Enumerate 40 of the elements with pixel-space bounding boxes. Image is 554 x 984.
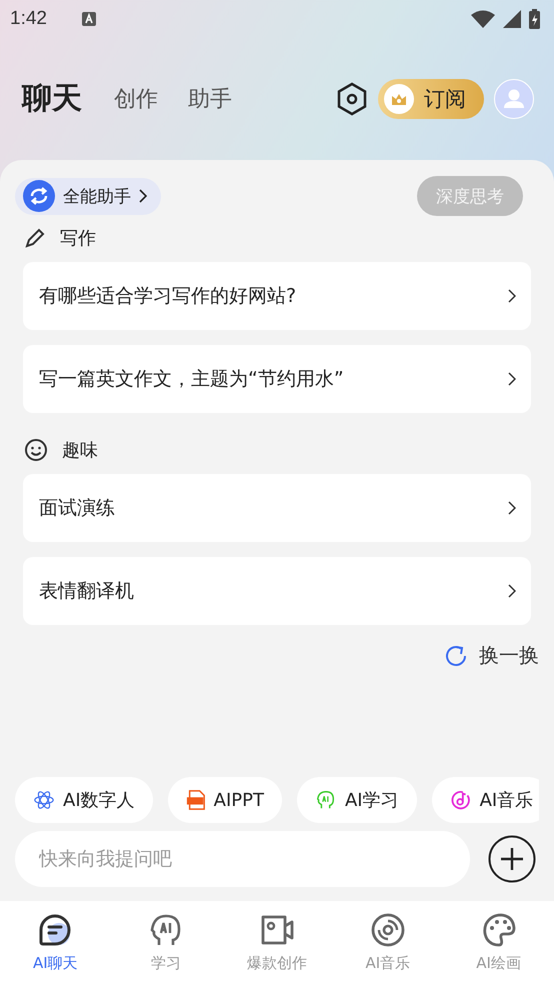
slides-file-icon	[186, 790, 206, 810]
chat-bubble-icon	[37, 912, 74, 948]
nav-tab[interactable]: AI聊天	[0, 912, 111, 973]
refresh-button[interactable]: 换一换	[443, 642, 539, 669]
top-tab[interactable]: 聊天	[22, 78, 82, 119]
chevron-icon	[508, 289, 516, 303]
signal-icon	[503, 10, 521, 28]
chevron-icon	[508, 372, 516, 386]
smile-icon	[24, 438, 48, 462]
prompt-card[interactable]: 有哪些适合学习写作的好网站?	[23, 262, 531, 330]
pen-icon	[24, 227, 46, 249]
add-icon[interactable]	[488, 835, 536, 883]
palette-icon	[480, 912, 517, 948]
prompt-card[interactable]: 面试演练	[23, 474, 531, 542]
prompt-card[interactable]: 写一篇英文作文，主题为“节约用水”	[23, 345, 531, 413]
chevron-icon	[508, 584, 516, 598]
assistant-selector[interactable]: 全能助手	[15, 178, 161, 214]
battery-icon	[529, 9, 540, 29]
ai-head-icon	[314, 789, 337, 811]
wifi-icon	[471, 10, 495, 28]
top-tab[interactable]: 创作	[114, 84, 158, 114]
section-title: 趣味	[62, 439, 98, 462]
chevron-icon	[139, 189, 147, 203]
keyboard-indicator-icon	[80, 11, 97, 27]
status-time: 1:42	[10, 8, 47, 30]
section-title: 写作	[60, 227, 96, 250]
atom-icon	[33, 789, 55, 811]
chevron-icon	[508, 501, 516, 515]
quick-chip[interactable]: AI音乐	[432, 777, 539, 823]
subscribe-button[interactable]: 订阅	[378, 78, 484, 118]
quick-chip[interactable]: AI学习	[296, 777, 417, 823]
top-tab[interactable]: 助手	[188, 84, 232, 114]
disc-icon	[370, 912, 406, 948]
quick-chip[interactable]: AI数字人	[15, 777, 153, 823]
quick-chip[interactable]: AIPPT	[168, 777, 282, 823]
prompt-card[interactable]: 表情翻译机	[23, 557, 531, 625]
settings-icon[interactable]	[336, 82, 368, 116]
music-icon	[450, 789, 472, 811]
switch-icon	[23, 180, 55, 212]
crown-icon	[384, 84, 414, 114]
